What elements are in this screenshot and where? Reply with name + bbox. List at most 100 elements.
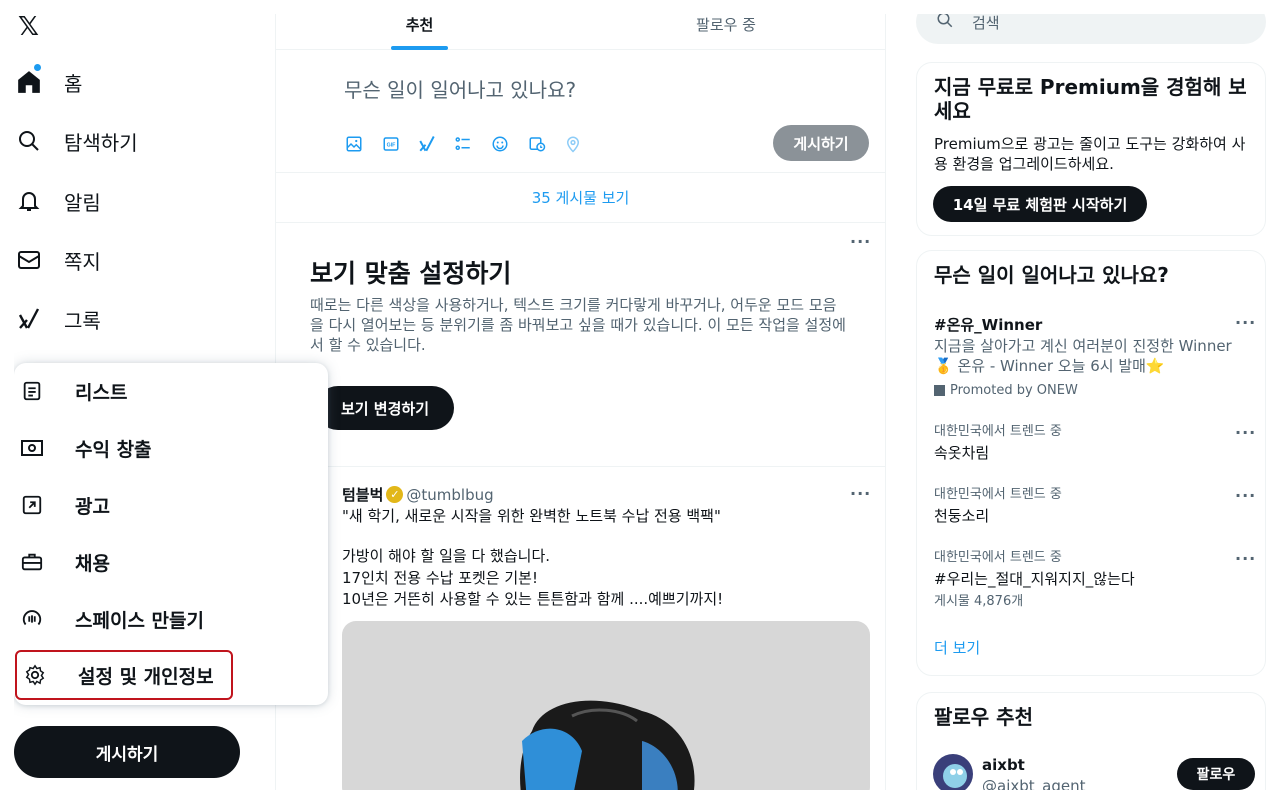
poll-icon[interactable] bbox=[453, 134, 473, 154]
show-more-link[interactable]: 더 보기 bbox=[934, 638, 1254, 658]
divider bbox=[276, 466, 885, 467]
menu-item-monetization[interactable]: 수익 창출 bbox=[14, 420, 328, 476]
tab-following[interactable]: 팔로우 중 bbox=[581, 14, 871, 50]
nav-label: 알림 bbox=[64, 190, 101, 215]
trend-more-icon[interactable]: ··· bbox=[1235, 313, 1256, 332]
follow-button[interactable]: 팔로우 bbox=[1177, 758, 1255, 790]
image-icon[interactable] bbox=[344, 134, 364, 154]
nav-label: 쪽지 bbox=[64, 249, 101, 274]
notification-dot bbox=[34, 64, 41, 71]
nav-item-home[interactable]: 홈 bbox=[16, 62, 82, 102]
trend-name[interactable]: 속옷차림 bbox=[934, 443, 1254, 463]
menu-label: 광고 bbox=[75, 495, 110, 518]
menu-item-spaces[interactable]: 스페이스 만들기 bbox=[14, 591, 328, 647]
search-icon bbox=[936, 14, 954, 33]
tweet-line: "새 학기, 새로운 시작을 위한 완벽한 노트북 수납 전용 백팩" bbox=[342, 507, 721, 525]
customize-card-title: 보기 맞춤 설정하기 bbox=[310, 259, 512, 288]
promoted-by-label: Promoted by ONEW bbox=[950, 383, 1078, 398]
trends-title: 무슨 일이 일어나고 있나요? bbox=[934, 263, 1169, 287]
spaces-icon bbox=[20, 607, 44, 631]
nav-label: 그록 bbox=[64, 308, 101, 333]
tweet-media-image[interactable] bbox=[342, 621, 870, 790]
premium-panel: 지금 무료로 Premium을 경험해 보세요 Premium으로 광고는 줄이… bbox=[916, 62, 1266, 236]
nav-item-explore[interactable]: 탐색하기 bbox=[16, 121, 138, 161]
trend-context: 대한민국에서 트렌드 중 bbox=[934, 487, 1062, 502]
main-timeline: 추천 팔로우 중 무슨 일이 일어나고 있나요? GIF 게시하기 35 게시물… bbox=[276, 14, 886, 790]
promoted-trend-tag[interactable]: #온유_Winner bbox=[934, 315, 1254, 335]
money-icon bbox=[20, 436, 44, 460]
nav-label: 홈 bbox=[64, 71, 83, 96]
search-input[interactable]: 검색 bbox=[916, 14, 1266, 44]
tab-for-you[interactable]: 추천 bbox=[276, 14, 563, 50]
trend-post-count: 게시물 4,876개 bbox=[934, 594, 1024, 609]
ads-icon bbox=[20, 493, 44, 517]
menu-item-ads[interactable]: 광고 bbox=[14, 477, 328, 533]
change-display-button[interactable]: 보기 변경하기 bbox=[316, 386, 454, 430]
menu-item-settings[interactable]: 설정 및 개인정보 bbox=[15, 650, 233, 700]
compose-post-button[interactable]: 게시하기 bbox=[773, 125, 869, 161]
svg-text:GIF: GIF bbox=[387, 142, 397, 148]
active-tab-indicator bbox=[391, 46, 448, 50]
search-placeholder: 검색 bbox=[972, 14, 1000, 32]
promoted-trend-text: 지금을 살아가고 계신 여러분이 진정한 Winner 🥇 온유 - Winne… bbox=[934, 337, 1232, 375]
start-trial-button[interactable]: 14일 무료 체험판 시작하기 bbox=[933, 186, 1147, 222]
author-handle: @tumblbug bbox=[406, 485, 494, 504]
nav-label: 탐색하기 bbox=[64, 130, 138, 155]
promoted-icon bbox=[934, 385, 945, 396]
trend-name[interactable]: 천둥소리 bbox=[934, 506, 1254, 526]
grok-icon bbox=[16, 306, 42, 332]
timeline-tabs: 추천 팔로우 중 bbox=[276, 14, 885, 50]
trend-context: 대한민국에서 트렌드 중 bbox=[934, 550, 1062, 565]
promoted-by: Promoted by ONEW bbox=[934, 381, 1254, 401]
menu-item-jobs[interactable]: 채용 bbox=[14, 534, 328, 590]
tweet-line: 10년은 거뜬히 사용할 수 있는 튼튼함과 함께 ....예쁘기까지! bbox=[342, 590, 724, 608]
avatar[interactable] bbox=[933, 754, 973, 790]
list-icon bbox=[20, 379, 44, 403]
who-to-follow-title: 팔로우 추천 bbox=[934, 705, 1033, 729]
nav-item-grok[interactable]: 그록 bbox=[16, 299, 101, 339]
right-sidebar: 검색 지금 무료로 Premium을 경험해 보세요 Premium으로 광고는… bbox=[916, 14, 1266, 790]
composer-input[interactable]: 무슨 일이 일어나고 있나요? bbox=[344, 74, 576, 103]
schedule-icon[interactable] bbox=[527, 134, 547, 154]
trend-more-icon[interactable]: ··· bbox=[1235, 423, 1256, 442]
menu-label: 수익 창출 bbox=[75, 438, 152, 461]
customize-card-body: 때로는 다른 색상을 사용하거나, 텍스트 크기를 커다랗게 바꾸거나, 어두운… bbox=[310, 296, 846, 354]
premium-title: 지금 무료로 Premium을 경험해 보세요 bbox=[934, 75, 1247, 123]
tweet-more-icon[interactable]: ··· bbox=[850, 484, 871, 503]
menu-item-lists[interactable]: 리스트 bbox=[14, 363, 328, 419]
nav-item-notifications[interactable]: 알림 bbox=[16, 181, 101, 221]
tweet-author[interactable]: 텀블벅 ✓ @tumblbug bbox=[342, 484, 494, 505]
app-frame: 𝕏 홈 탐색하기 알림 쪽지 그록 게시하기 리스트 수익 창출 광고 채용 스… bbox=[14, 14, 1266, 790]
gear-icon bbox=[23, 663, 47, 687]
trend-name[interactable]: #우리는_절대_지워지지_않는다 bbox=[934, 569, 1254, 589]
search-icon bbox=[16, 128, 42, 154]
menu-label: 설정 및 개인정보 bbox=[78, 665, 214, 688]
author-name: 텀블벅 bbox=[342, 486, 384, 504]
post-button[interactable]: 게시하기 bbox=[14, 726, 240, 778]
bell-icon bbox=[16, 188, 42, 214]
tweet-line: 17인치 전용 수납 포켓은 기본! bbox=[342, 569, 538, 587]
x-logo-icon[interactable]: 𝕏 bbox=[18, 14, 39, 42]
verified-badge-icon: ✓ bbox=[386, 486, 404, 503]
trends-panel: 무슨 일이 일어나고 있나요? #온유_Winner ··· 지금을 살아가고 … bbox=[916, 250, 1266, 676]
trend-more-icon[interactable]: ··· bbox=[1235, 486, 1256, 505]
emoji-icon[interactable] bbox=[490, 134, 510, 154]
gif-icon[interactable]: GIF bbox=[381, 134, 401, 154]
location-icon[interactable] bbox=[563, 134, 583, 154]
menu-label: 리스트 bbox=[75, 381, 128, 404]
grok-icon[interactable] bbox=[417, 134, 437, 154]
menu-label: 스페이스 만들기 bbox=[75, 609, 204, 632]
mail-icon bbox=[16, 247, 42, 273]
show-new-posts-link[interactable]: 35 게시물 보기 bbox=[276, 172, 885, 222]
trend-more-icon[interactable]: ··· bbox=[1235, 549, 1256, 568]
more-options-icon[interactable]: ··· bbox=[850, 232, 871, 251]
more-menu: 리스트 수익 창출 광고 채용 스페이스 만들기 설정 및 개인정보 bbox=[14, 363, 328, 705]
trend-context: 대한민국에서 트렌드 중 bbox=[934, 424, 1062, 439]
briefcase-icon bbox=[20, 550, 44, 574]
nav-item-messages[interactable]: 쪽지 bbox=[16, 240, 101, 280]
tweet-line: 가방이 해야 할 일을 다 했습니다. bbox=[342, 547, 551, 565]
divider bbox=[276, 222, 885, 223]
menu-label: 채용 bbox=[75, 552, 110, 575]
premium-text: Premium으로 광고는 줄이고 도구는 강화하여 사용 환경을 업그레이드하… bbox=[934, 135, 1246, 173]
home-icon bbox=[16, 69, 42, 95]
